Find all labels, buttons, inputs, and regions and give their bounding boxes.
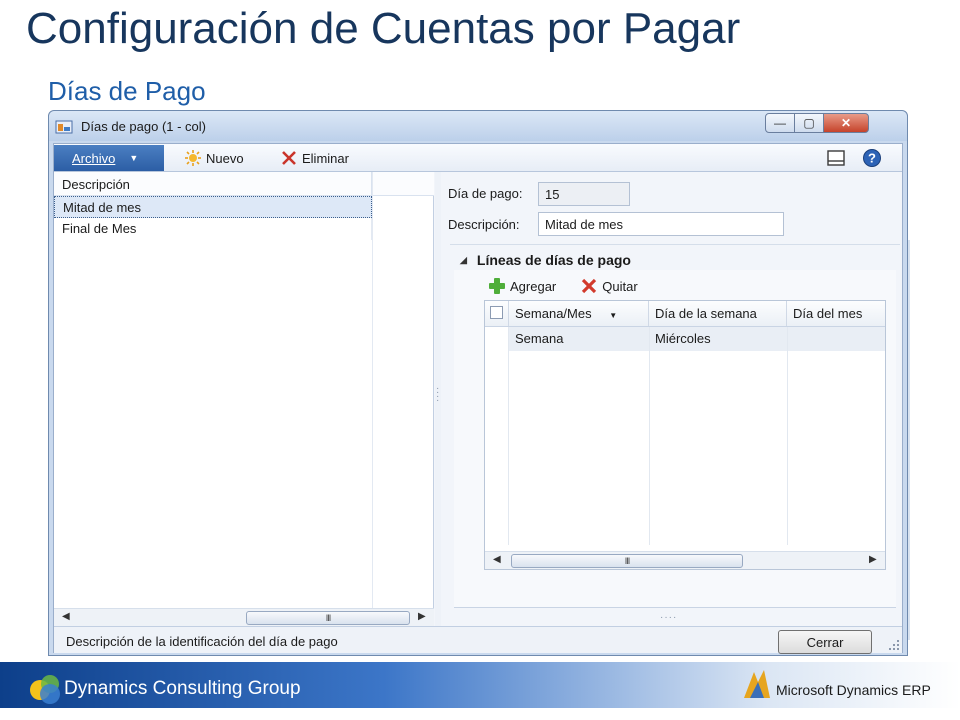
section-header-lineas[interactable]: ◢ Líneas de días de pago <box>460 252 631 268</box>
detail-panel: Día de pago: 15 Descripción: Mitad de me… <box>442 172 902 626</box>
window-controls: — ▢ ✕ <box>765 113 869 133</box>
add-plus-icon <box>489 278 505 294</box>
chevron-down-icon: ▼ <box>129 153 139 163</box>
panel-splitter[interactable]: · · · · <box>435 172 441 626</box>
column-header-dia-mes[interactable]: Día del mes <box>787 301 885 326</box>
list-header: Descripción <box>54 172 434 196</box>
new-sparkle-icon <box>185 150 201 166</box>
company-logo-icon <box>30 675 60 704</box>
row-selector-column <box>485 327 509 545</box>
checkbox-icon <box>490 306 503 319</box>
column-divider <box>372 172 373 626</box>
grid-header: Semana/Mes ▼ Día de la semana Día del me… <box>485 301 885 327</box>
agregar-label: Agregar <box>510 278 557 294</box>
footer-company-name: Dynamics Consulting Group <box>64 678 301 699</box>
status-bar: Descripción de la identificación del día… <box>54 626 902 654</box>
nuevo-label: Nuevo <box>206 150 244 166</box>
column-divider <box>787 327 788 545</box>
delete-x-icon <box>282 151 296 165</box>
window-titlebar[interactable]: Días de pago (1 - col) — ▢ ✕ <box>49 111 907 141</box>
column-header-descripcion[interactable]: Descripción <box>54 172 372 195</box>
slide-title: Configuración de Cuentas por Pagar <box>26 4 741 53</box>
column-header-semana-mes[interactable]: Semana/Mes ▼ <box>509 301 649 326</box>
status-text: Descripción de la identificación del día… <box>66 634 338 649</box>
microsoft-dynamics-logo <box>744 670 770 698</box>
list-item[interactable]: Final de Mes <box>54 218 434 240</box>
splitter-grip: · · · · <box>436 383 440 406</box>
scroll-thumb[interactable]: III <box>246 611 410 625</box>
archivo-label: Archivo <box>72 150 116 166</box>
cerrar-button[interactable]: Cerrar <box>778 630 872 654</box>
maximize-button[interactable]: ▢ <box>794 113 824 133</box>
grid-toolbar: Agregar Quitar <box>488 272 888 300</box>
scroll-left-icon[interactable]: ◀ <box>62 611 70 622</box>
remove-x-icon <box>582 278 597 294</box>
resize-grip-icon[interactable] <box>888 639 900 651</box>
section-divider <box>450 244 900 245</box>
scroll-thumb[interactable]: III <box>511 554 743 568</box>
quitar-button[interactable]: Quitar <box>580 277 638 295</box>
dia-pago-label: Día de pago: <box>448 186 523 201</box>
help-icon[interactable]: ? <box>862 148 882 168</box>
list-item-label: Mitad de mes <box>54 196 372 218</box>
section-resize-grip[interactable]: ···· <box>660 612 677 623</box>
cell-dia-mes[interactable] <box>787 327 885 351</box>
column-header-dia-semana[interactable]: Día de la semana <box>649 301 787 326</box>
slide: Configuración de Cuentas por Pagar Días … <box>0 0 960 720</box>
left-horizontal-scrollbar[interactable]: ◀ III ▶ <box>54 608 434 626</box>
column-header-label: Semana/Mes <box>515 306 592 321</box>
archivo-menu-button[interactable]: Archivo ▼ <box>54 145 164 171</box>
dia-pago-field[interactable]: 15 <box>538 182 630 206</box>
collapse-toggle-icon: ◢ <box>460 254 467 265</box>
scroll-right-icon[interactable]: ▶ <box>869 554 877 565</box>
nuevo-button[interactable]: Nuevo <box>184 148 244 168</box>
cell-semana-mes[interactable]: Semana <box>509 327 649 351</box>
section-title: Líneas de días de pago <box>476 252 631 268</box>
cell-dia-semana[interactable]: Miércoles <box>649 327 787 351</box>
minimize-button[interactable]: — <box>765 113 795 133</box>
app-form-icon <box>55 120 73 134</box>
window-title: Días de pago (1 - col) <box>81 119 207 134</box>
eliminar-button[interactable]: Eliminar <box>280 148 349 168</box>
list-item[interactable]: Mitad de mes <box>54 196 434 218</box>
layout-panel-icon[interactable] <box>826 148 846 168</box>
window-content: Archivo ▼ Nuevo Eliminar ? Descripción M… <box>53 143 903 654</box>
eliminar-label: Eliminar <box>302 150 349 166</box>
list-item-label: Final de Mes <box>54 218 372 240</box>
descripcion-field[interactable]: Mitad de mes <box>538 212 784 236</box>
grid-horizontal-scrollbar[interactable]: ◀ III ▶ <box>485 551 885 569</box>
payment-days-list: Descripción Mitad de mes Final de Mes ◀ … <box>54 172 434 626</box>
close-window-button[interactable]: ✕ <box>823 113 869 133</box>
dias-de-pago-window: Días de pago (1 - col) — ▢ ✕ Archivo ▼ N… <box>48 110 908 656</box>
scroll-right-icon[interactable]: ▶ <box>418 611 426 622</box>
table-row[interactable]: Semana Miércoles <box>509 327 885 351</box>
payment-lines-grid: Semana/Mes ▼ Día de la semana Día del me… <box>484 300 886 570</box>
slide-subtitle: Días de Pago <box>48 76 206 106</box>
toolbar: Archivo ▼ Nuevo Eliminar ? <box>54 144 902 172</box>
agregar-button[interactable]: Agregar <box>488 277 556 295</box>
footer-brand: Microsoft Dynamics ERP <box>776 682 931 698</box>
select-all-checkbox[interactable] <box>485 301 509 326</box>
column-divider <box>649 327 650 545</box>
chevron-down-icon: ▼ <box>609 311 618 320</box>
descripcion-label: Descripción: <box>448 217 520 232</box>
quitar-label: Quitar <box>602 278 638 294</box>
svg-text:?: ? <box>868 151 876 166</box>
scroll-left-icon[interactable]: ◀ <box>493 554 501 565</box>
